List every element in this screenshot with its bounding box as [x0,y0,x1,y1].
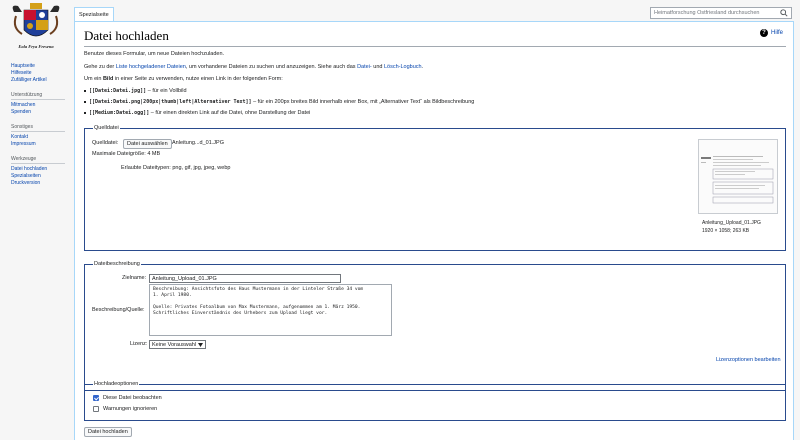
source-file-legend: Quelldatei [93,125,120,131]
tab-spezialseite[interactable]: Spezialseite [74,7,114,22]
sidebar-item-spezialseiten[interactable]: Spezialseiten [11,173,73,180]
page-title: Datei hochladen [84,28,169,43]
target-name-input[interactable]: Anleitung_Upload_01.JPG [149,274,341,283]
sidebar-heading-sonstiges: Sonstiges [11,124,65,132]
help-link[interactable]: ? Hilfe [759,29,783,37]
list-item: [[Datei:Datei.png|200px|thumb|left|Alter… [83,99,475,106]
intro-text-part: Um ein [84,76,103,82]
intro-text: Benutze dieses Formular, um neue Dateien… [84,51,225,57]
search-icon[interactable] [780,9,788,17]
intro-text-part: . [421,64,424,70]
sidebar-item-datei-hochladen[interactable]: Datei hochladen [11,166,73,173]
list-item: [[Datei:Datei.jpg]] – für ein Vollbild [84,88,187,95]
image-usage-intro: Um ein Bild in einer Seite zu verwenden,… [84,76,784,83]
intro-bold: Bild [102,76,114,82]
sidebar-heading-werkzeuge: Werkzeuge [11,156,65,164]
description-label: Beschreibung/Quelle: [92,307,145,313]
license-select[interactable]: Keine Vorauswahl [149,340,207,349]
file-description-fieldset: Dateibeschreibung Zielname: Anleitung_Up… [84,261,786,391]
title-divider [84,46,786,47]
screenshot-preview-icon [699,140,777,213]
ignore-warnings-checkbox[interactable] [93,406,99,412]
sidebar: Hauptseite Hilfeseite Zufälliger Artikel… [11,63,73,187]
source-file-label: Quelldatei: [92,140,119,146]
list-item-text: – für ein 200px breites Bild innerhalb e… [251,99,475,105]
code-sample: [[Datei:Datei.jpg]] [89,88,147,94]
watch-file-checkbox[interactable] [93,395,99,401]
ignore-warnings-label: Warnungen ignorieren [103,406,158,412]
source-file-fieldset: Quelldatei Quelldatei: Datei auswählen A… [84,125,786,251]
chevron-down-icon [198,342,204,347]
edit-license-options-link[interactable]: Lizenzoptionen bearbeiten [716,357,781,363]
search-input[interactable]: Heimatforschung Ostfriesland durchsuchen [650,7,792,19]
list-item-text: – für ein Vollbild [146,88,187,94]
file-description-legend: Dateibeschreibung [93,261,141,267]
upload-file-button[interactable]: Datei hochladen [84,427,132,437]
choose-file-button[interactable]: Datei auswählen [123,139,172,149]
intro-links: Gehe zu der Liste hochgeladener Dateien,… [84,64,784,71]
intro-text-part: in einer Seite zu verwenden, nutze einen… [113,76,283,82]
code-sample: [[Medium:Datei.ogg]] [89,110,150,116]
intro-text-part: und [371,64,384,70]
intro-text-part: , um vorhandene Dateien zu suchen und an… [185,64,358,70]
sidebar-item-spenden[interactable]: Spenden [11,109,73,116]
chosen-file-name: Anleitung...d_01.JPG [172,140,224,146]
search-placeholder: Heimatforschung Ostfriesland durchsuchen [654,10,760,16]
sidebar-item-mitmachen[interactable]: Mitmachen [11,102,73,109]
target-name-label: Zielname: [122,275,147,281]
uploaded-files-link[interactable]: Liste hochgeladener Dateien [116,64,186,70]
upload-options-legend: Hochladeoptionen [93,381,140,387]
license-selected-value: Keine Vorauswahl [152,341,197,348]
max-file-size: Maximale Dateigröße: 4 MB [92,151,161,157]
preview-file-meta: 1920 × 1058; 263 KB [702,228,750,234]
license-label: Lizenz: [130,341,148,347]
help-label[interactable]: Hilfe [771,30,783,36]
description-textarea[interactable]: Beschreibung: Ansichtsfoto des Haus Must… [149,284,392,336]
content-area: Datei hochladen ? Hilfe Benutze dieses F… [74,21,794,440]
code-sample: [[Datei:Datei.png|200px|thumb|left|Alter… [89,99,252,105]
file-log-link[interactable]: Datei- [357,64,372,70]
sidebar-item-zufaelliger-artikel[interactable]: Zufälliger Artikel [11,77,73,84]
deletion-log-link[interactable]: Lösch-Logbuch [384,64,422,70]
sidebar-item-impressum[interactable]: Impressum [11,141,73,148]
allowed-file-types: Erlaubte Dateitypen: png, gif, jpg, jpeg… [121,165,231,171]
sidebar-item-kontakt[interactable]: Kontakt [11,134,73,141]
sidebar-heading-unterstuetzung: Unterstützung [11,92,65,100]
logo-motto: Eala Frya Fresena [18,44,54,49]
file-preview-thumbnail [698,139,778,214]
sidebar-item-hilfeseite[interactable]: Hilfeseite [11,70,73,77]
sidebar-item-druckversion[interactable]: Druckversion [11,180,73,187]
site-logo[interactable]: Eala Frya Fresena [8,2,64,52]
watch-file-label: Diese Datei beobachten [103,395,162,401]
preview-file-name: Anleitung_Upload_01.JPG [702,220,761,226]
intro-text-part: Gehe zu der [84,64,116,70]
list-item-text: – für einen direkten Link auf die Datei,… [149,110,311,116]
upload-options-fieldset: Hochladeoptionen Diese Datei beobachten … [84,381,786,421]
list-item: [[Medium:Datei.ogg]] – für einen direkte… [83,110,311,117]
sidebar-item-hauptseite[interactable]: Hauptseite [11,63,73,70]
help-icon: ? [759,29,768,37]
